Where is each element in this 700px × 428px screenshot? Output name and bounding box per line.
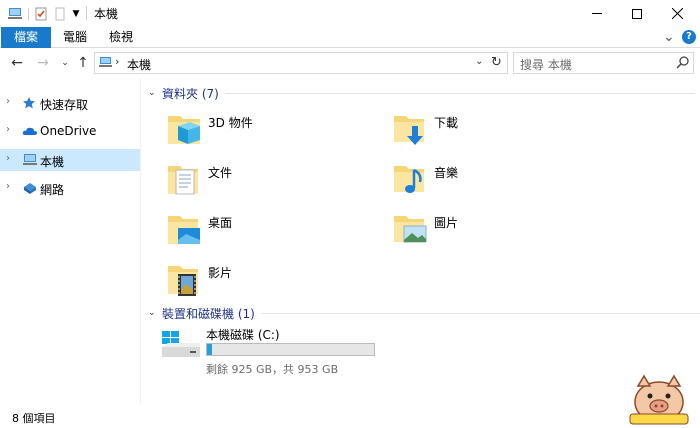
- folder-name: 音樂: [434, 166, 459, 180]
- up-button[interactable]: ↑: [74, 54, 92, 72]
- maximize-icon: [632, 8, 642, 19]
- drive-free-space: 剩餘 925 GB，共 953 GB: [206, 363, 339, 376]
- pc-icon: [22, 153, 37, 167]
- videos-folder-icon: [166, 260, 204, 298]
- sidebar-item-network[interactable]: › 網路: [0, 177, 140, 199]
- pc-icon[interactable]: [6, 5, 24, 23]
- customize-toolbar-icon[interactable]: ▼: [70, 5, 82, 23]
- search-input[interactable]: 搜尋 本機: [513, 52, 694, 74]
- sidebar-item-onedrive[interactable]: › OneDrive: [0, 120, 140, 142]
- group-title: 資料夾 (7): [162, 86, 219, 101]
- network-icon: [22, 181, 36, 195]
- group-title: 裝置和磁碟機 (1): [162, 306, 255, 321]
- help-icon[interactable]: ?: [682, 30, 696, 44]
- group-divider: [260, 312, 700, 314]
- cloud-icon: [22, 124, 37, 138]
- star-icon: [22, 96, 36, 110]
- navigation-pane: › 快速存取 › OneDrive › 本機 › 網路: [0, 78, 141, 404]
- folder-name: 桌面: [208, 216, 233, 230]
- hard-drive-icon: [160, 329, 202, 364]
- sidebar-item-quick-access[interactable]: › 快速存取: [0, 92, 140, 114]
- folder-tile-documents[interactable]: 文件: [166, 160, 366, 206]
- folder-tile-downloads[interactable]: 下載: [392, 110, 592, 156]
- pig-mascot-sticker: [622, 372, 696, 426]
- title-bar: ▼ 本機: [0, 0, 700, 27]
- address-bar[interactable]: › 本機 ⌄ ↻: [94, 52, 508, 74]
- item-count: 8 個項目: [12, 412, 56, 425]
- expand-icon[interactable]: ›: [6, 153, 10, 164]
- folder-tile-music[interactable]: 音樂: [392, 160, 592, 206]
- search-placeholder: 搜尋 本機: [520, 58, 572, 72]
- sidebar-item-label: OneDrive: [40, 124, 97, 138]
- tab-file[interactable]: 檔案: [1, 27, 51, 48]
- refresh-icon[interactable]: ↻: [491, 55, 502, 70]
- group-divider: [224, 92, 695, 94]
- collapse-icon[interactable]: ⌄: [148, 308, 162, 318]
- sidebar-item-label: 快速存取: [40, 98, 89, 112]
- ribbon-tabs: 檔案 電腦 檢視 ⌄ ?: [0, 27, 700, 48]
- folder-name: 影片: [208, 266, 233, 280]
- forward-button[interactable]: →: [34, 54, 52, 72]
- folder-name: 下載: [434, 116, 459, 130]
- folder-tile-videos[interactable]: 影片: [166, 260, 366, 306]
- toolbar-divider: [26, 5, 30, 23]
- desktop-folder-icon: [166, 210, 204, 248]
- folder-tile-pictures[interactable]: 圖片: [392, 210, 592, 256]
- folder-name: 文件: [208, 166, 233, 180]
- tab-view[interactable]: 檢視: [98, 27, 144, 48]
- recent-locations-button[interactable]: ⌄: [56, 54, 74, 72]
- drive-tile-c[interactable]: 本機磁碟 (C:) 剩餘 925 GB，共 953 GB: [160, 323, 400, 376]
- breadcrumb-chevron-icon[interactable]: ›: [115, 55, 119, 68]
- sidebar-item-label: 本機: [40, 155, 65, 169]
- title-separator: [86, 6, 87, 20]
- folder-tile-3d-objects[interactable]: 3D 物件: [166, 110, 366, 156]
- breadcrumb[interactable]: 本機: [127, 56, 151, 73]
- properties-icon[interactable]: [33, 5, 49, 23]
- collapse-icon[interactable]: ⌄: [148, 88, 162, 98]
- search-icon[interactable]: [676, 56, 689, 72]
- drive-name: 本機磁碟 (C:): [206, 328, 280, 342]
- window-title: 本機: [94, 7, 119, 21]
- minimize-icon: [592, 13, 602, 14]
- new-folder-icon[interactable]: [53, 5, 67, 23]
- file-list-pane: ⌄ 資料夾 (7) 3D 物件 下載 文件 音樂 桌面 圖片 影片 ⌄ 裝置和磁…: [142, 78, 700, 404]
- close-button[interactable]: [654, 0, 700, 27]
- expand-ribbon-icon[interactable]: ⌄: [663, 29, 675, 45]
- music-folder-icon: [392, 160, 430, 198]
- folder-tile-desktop[interactable]: 桌面: [166, 210, 366, 256]
- tab-computer[interactable]: 電腦: [52, 27, 98, 48]
- documents-folder-icon: [166, 160, 204, 198]
- expand-icon[interactable]: ›: [6, 181, 10, 192]
- drive-usage-fill: [207, 344, 212, 355]
- folder-name: 圖片: [434, 216, 459, 230]
- expand-icon[interactable]: ›: [6, 124, 10, 135]
- sidebar-item-this-pc[interactable]: › 本機: [0, 149, 140, 171]
- drive-usage-bar: [206, 343, 375, 356]
- downloads-folder-icon: [392, 110, 430, 148]
- pc-icon: [99, 57, 113, 72]
- folders-group-header[interactable]: ⌄ 資料夾 (7): [148, 84, 695, 102]
- address-history-icon[interactable]: ⌄: [475, 56, 483, 67]
- sidebar-item-label: 網路: [40, 183, 65, 197]
- close-icon: [671, 8, 683, 19]
- devices-group-header[interactable]: ⌄ 裝置和磁碟機 (1): [148, 304, 700, 322]
- back-button[interactable]: ←: [8, 54, 26, 72]
- folder-name: 3D 物件: [208, 116, 253, 130]
- 3d-objects-folder-icon: [166, 110, 204, 148]
- status-bar: 8 個項目: [0, 404, 700, 428]
- pictures-folder-icon: [392, 210, 430, 248]
- expand-icon[interactable]: ›: [6, 96, 10, 107]
